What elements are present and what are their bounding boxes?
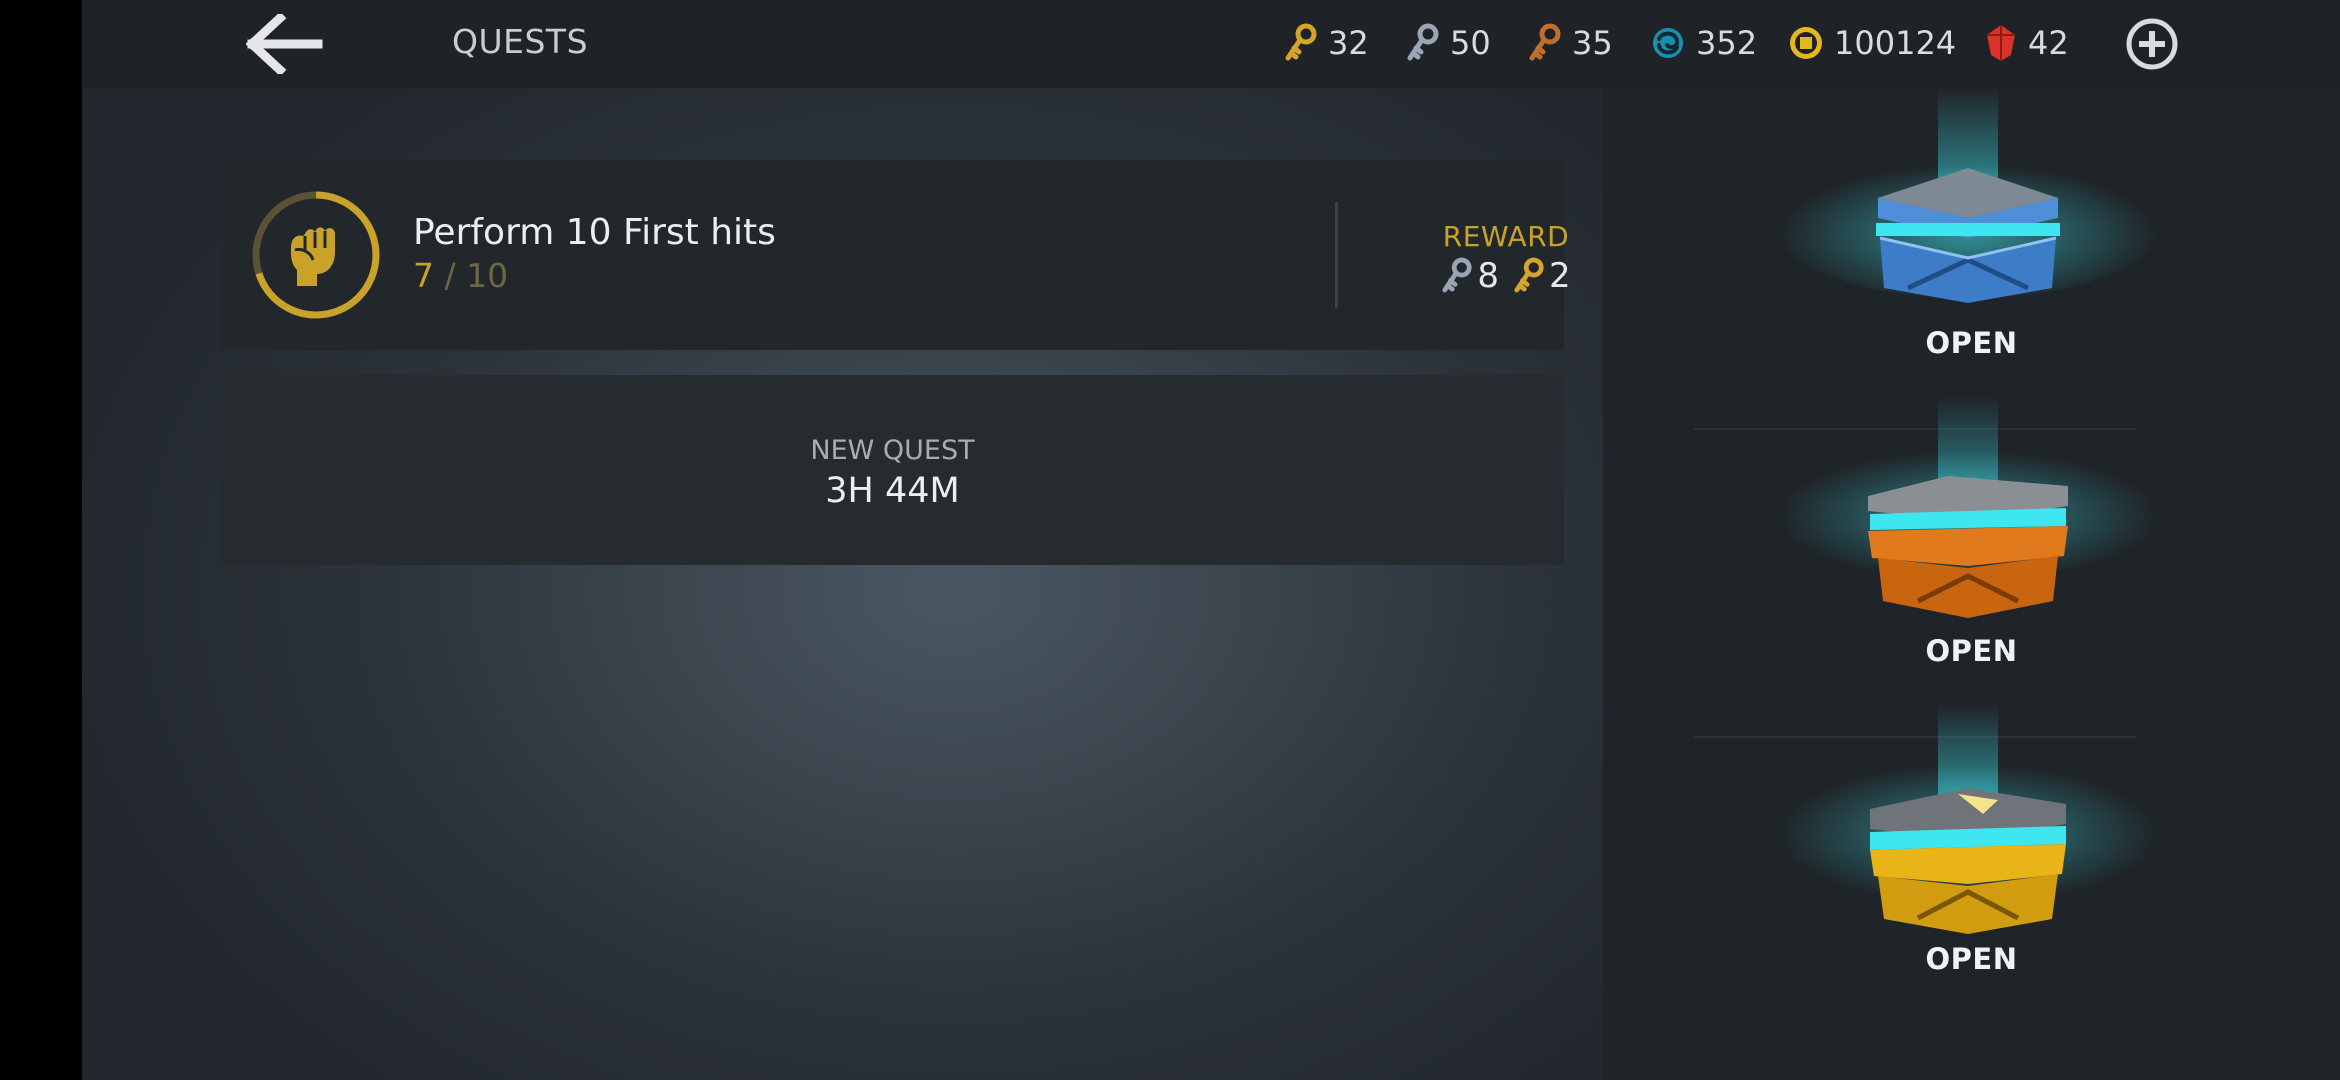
gold-key-icon bbox=[1514, 257, 1544, 293]
add-currency-button[interactable] bbox=[2126, 18, 2178, 70]
currency-value: 100124 bbox=[1834, 24, 1957, 62]
quest-progress-ring bbox=[251, 190, 381, 320]
currency-gems: 42 bbox=[1984, 20, 2069, 66]
currency-value: 42 bbox=[2028, 24, 2069, 62]
bronze-key-icon bbox=[1529, 23, 1561, 61]
currency-coins: 100124 bbox=[1788, 20, 1956, 66]
reward-gold-keys: 2 bbox=[1513, 256, 1571, 296]
currency-value: 35 bbox=[1572, 24, 1613, 62]
quest-title: Perform 10 First hits bbox=[413, 212, 776, 253]
bronze-chest-icon[interactable] bbox=[1768, 396, 2168, 636]
currency-silver-keys: 50 bbox=[1406, 20, 1491, 66]
fist-icon bbox=[291, 227, 335, 286]
reward-amount: 8 bbox=[1477, 256, 1499, 296]
new-quest-card: NEW QUEST 3H 44M bbox=[221, 375, 1564, 565]
quest-progress-text: 7 / 10 bbox=[413, 256, 508, 295]
currency-value: 50 bbox=[1450, 24, 1491, 62]
back-button[interactable] bbox=[245, 11, 326, 77]
currency-gold-keys: 32 bbox=[1284, 20, 1369, 66]
arrow-left-icon bbox=[245, 11, 323, 77]
progress-separator: / bbox=[434, 256, 467, 295]
plus-circle-icon bbox=[2126, 18, 2178, 70]
gold-chest-icon[interactable] bbox=[1768, 704, 2168, 944]
currency-energy: 352 bbox=[1650, 20, 1757, 66]
open-chest-button[interactable]: OPEN bbox=[1603, 326, 2340, 360]
open-chest-button[interactable]: OPEN bbox=[1603, 634, 2340, 668]
open-chest-button[interactable]: OPEN bbox=[1603, 942, 2340, 976]
currency-value: 32 bbox=[1328, 24, 1369, 62]
gold-key-icon bbox=[1285, 23, 1317, 61]
reward-silver-keys: 8 bbox=[1441, 256, 1499, 296]
swirl-icon bbox=[1653, 28, 1683, 58]
reward-label: REWARD bbox=[1442, 220, 1570, 253]
chest-slot-bronze[interactable]: OPEN bbox=[1603, 396, 2340, 704]
screen: QUESTS 32 50 35 352 100124 42 Perform 10… bbox=[0, 0, 2340, 1080]
ruby-icon bbox=[1987, 25, 2015, 61]
chest-slot-gold[interactable]: OPEN bbox=[1603, 704, 2340, 1012]
chest-slot-silver[interactable]: OPEN bbox=[1603, 88, 2340, 396]
silver-key-icon bbox=[1442, 257, 1472, 293]
progress-current: 7 bbox=[413, 256, 434, 295]
chest-panel: OPEN OPEN OPEN bbox=[1603, 88, 2340, 1080]
page-title: QUESTS bbox=[452, 22, 589, 61]
quest-card[interactable]: Perform 10 First hits 7 / 10 REWARD 8 2 bbox=[221, 160, 1571, 350]
app-area: QUESTS 32 50 35 352 100124 42 Perform 10… bbox=[82, 0, 2340, 1080]
divider bbox=[1335, 202, 1338, 308]
progress-total: 10 bbox=[466, 256, 509, 295]
reward-amount: 2 bbox=[1549, 256, 1571, 296]
top-bar: QUESTS 32 50 35 352 100124 42 bbox=[82, 0, 2340, 88]
silver-chest-icon[interactable] bbox=[1768, 88, 2168, 328]
currency-value: 352 bbox=[1696, 24, 1758, 62]
silver-key-icon bbox=[1407, 23, 1439, 61]
new-quest-label: NEW QUEST bbox=[810, 435, 975, 466]
reward-list: 8 2 bbox=[1381, 256, 1631, 296]
new-quest-timer: 3H 44M bbox=[825, 471, 960, 511]
currency-bronze-keys: 35 bbox=[1528, 20, 1613, 66]
coin-icon bbox=[1790, 27, 1822, 59]
